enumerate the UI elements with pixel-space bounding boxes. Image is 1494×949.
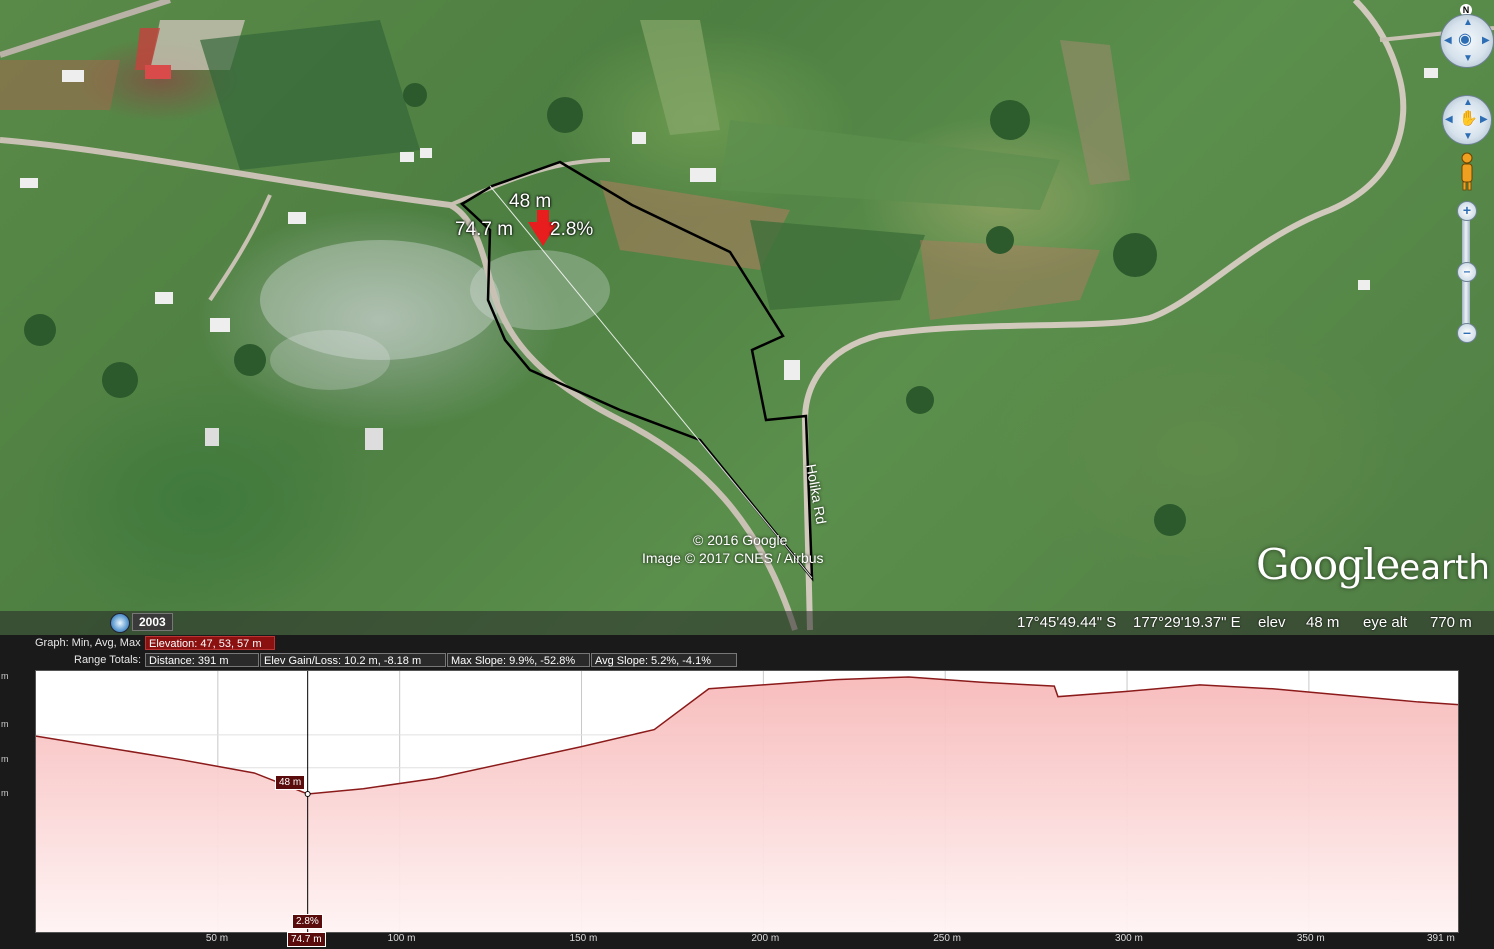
x-tick-label: 150 m (569, 933, 598, 944)
elev-label: elev (1258, 614, 1286, 631)
zoom-slider-handle[interactable]: – (1457, 262, 1477, 282)
x-tick-label: 300 m (1115, 933, 1143, 944)
street-view-pegman-icon[interactable] (1456, 152, 1478, 192)
move-right-arrow-icon[interactable]: ▶ (1480, 114, 1488, 125)
range-totals-label: Range Totals: (74, 654, 142, 666)
look-around-control[interactable]: ▲ ▼ ◀ ▶ ◉ (1440, 14, 1494, 68)
look-up-arrow-icon[interactable]: ▲ (1463, 17, 1473, 28)
move-left-arrow-icon[interactable]: ◀ (1445, 114, 1453, 125)
x-tick-label: 50 m (205, 933, 229, 944)
latitude-readout: 17°45'49.44" S (1017, 614, 1117, 631)
move-control[interactable]: ▲ ▼ ◀ ▶ ✋ (1442, 95, 1492, 145)
x-tick-label: 250 m (933, 933, 961, 944)
elevation-profile-chart[interactable] (35, 670, 1459, 933)
status-bar: 17°45'49.44" S 177°29'19.37" E elev 48 m… (0, 611, 1494, 635)
x-tick-label: 200 m (751, 933, 780, 944)
zoom-in-button[interactable]: + (1457, 201, 1477, 221)
google-earth-logo: Googleearth (1256, 540, 1490, 589)
move-down-arrow-icon[interactable]: ▼ (1463, 131, 1473, 142)
y-unit-label: m (1, 719, 9, 729)
elev-gain-loss-stat: Elev Gain/Loss: 10.2 m, -8.18 m (260, 653, 446, 667)
longitude-readout: 177°29'19.37" E (1133, 614, 1241, 631)
elevation-stat: Elevation: 47, 53, 57 m (145, 636, 275, 650)
y-unit-label: m (1, 788, 9, 798)
measure-elevation-label: 48 m (509, 191, 552, 212)
max-slope-stat: Max Slope: 9.9%, -52.8% (447, 653, 590, 667)
x-tick-label: 350 m (1296, 933, 1325, 944)
copyright-imagery: Image © 2017 CNES / Airbus (642, 550, 824, 566)
y-unit-label: m (1, 754, 9, 764)
elev-readout: 48 m (1306, 614, 1340, 631)
cursor-slope-flag: 2.8% (292, 914, 323, 929)
historical-year-box[interactable]: 2003 (132, 613, 173, 631)
map-viewport[interactable]: 48 m 74.7 m 2.8% Holika Rd © 2016 Google… (0, 0, 1494, 635)
copyright-google: © 2016 Google (693, 532, 788, 548)
measure-slope-label: 2.8% (550, 219, 594, 240)
move-up-arrow-icon[interactable]: ▲ (1463, 97, 1473, 108)
elevation-profile-panel: Graph: Min, Avg, Max Elevation: 47, 53, … (0, 635, 1494, 949)
hand-icon: ✋ (1459, 110, 1478, 127)
look-left-arrow-icon[interactable]: ◀ (1444, 35, 1452, 46)
distance-stat: Distance: 391 m (145, 653, 259, 667)
x-tick-label: 100 m (387, 933, 416, 944)
eye-icon: ◉ (1458, 31, 1472, 48)
logo-google-text: Google (1256, 540, 1400, 589)
cursor-elevation-flag: 48 m (275, 775, 306, 790)
y-unit-label: m (1, 671, 9, 681)
historical-imagery-clock-icon[interactable] (110, 613, 130, 633)
x-tick-label: 391 m (1427, 933, 1455, 944)
eye-alt-readout: 770 m (1430, 614, 1472, 631)
logo-earth-text: earth (1399, 548, 1490, 588)
measure-distance-label: 74.7 m (455, 219, 514, 240)
zoom-out-button[interactable]: – (1457, 323, 1477, 343)
cursor-distance-flag: 74.7 m (287, 932, 326, 947)
cursor-point (304, 791, 311, 797)
graph-label: Graph: Min, Avg, Max (35, 637, 141, 649)
elevation-profile-svg[interactable] (35, 671, 1459, 932)
elevation-area-fill (36, 676, 1458, 932)
avg-slope-stat: Avg Slope: 5.2%, -4.1% (591, 653, 737, 667)
eye-alt-label: eye alt (1363, 614, 1408, 631)
look-right-arrow-icon[interactable]: ▶ (1482, 35, 1490, 46)
look-down-arrow-icon[interactable]: ▼ (1463, 53, 1473, 64)
